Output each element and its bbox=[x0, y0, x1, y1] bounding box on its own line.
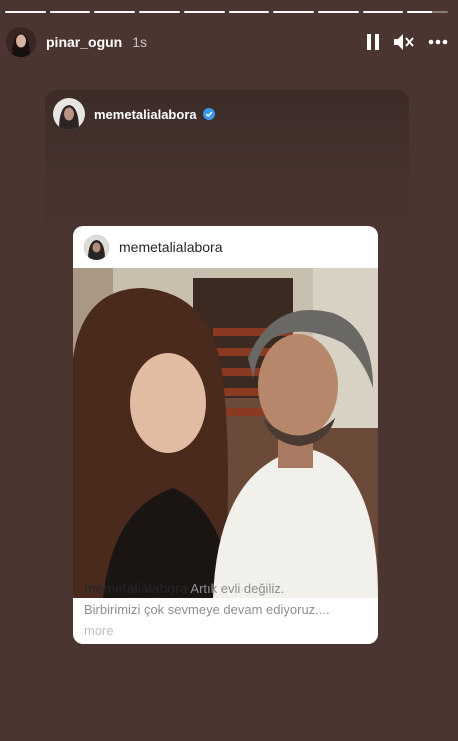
progress-segment bbox=[5, 11, 46, 13]
progress-segment bbox=[362, 11, 404, 13]
progress-segment-current bbox=[407, 11, 449, 13]
mute-icon[interactable] bbox=[394, 34, 414, 50]
post-avatar[interactable] bbox=[84, 234, 109, 260]
shared-post-card[interactable]: memetalialabora bbox=[45, 90, 409, 240]
progress-segment bbox=[183, 11, 225, 13]
shared-username[interactable]: memetalialabora bbox=[94, 107, 197, 122]
post-header: memetalialabora bbox=[73, 226, 378, 268]
more-link[interactable]: more bbox=[84, 620, 366, 641]
story-controls bbox=[366, 34, 448, 50]
post-photo bbox=[73, 268, 378, 598]
story-progress-bar bbox=[5, 11, 449, 13]
shared-post-header: memetalialabora bbox=[53, 98, 215, 130]
progress-segment bbox=[317, 11, 359, 13]
progress-segment bbox=[94, 11, 136, 13]
post-caption: memetalialabora Artık evli değiliz. Birb… bbox=[84, 578, 366, 641]
caption-line-2: Birbirimizi çok sevmeye devam ediyoruz..… bbox=[84, 602, 330, 617]
shared-avatar[interactable] bbox=[53, 98, 85, 130]
verified-badge-icon bbox=[202, 108, 215, 120]
story-timestamp: 1s bbox=[132, 34, 148, 50]
embedded-post[interactable]: memetalialabora memetalialabora Artık ev… bbox=[73, 226, 378, 644]
progress-segment bbox=[228, 11, 270, 13]
more-icon[interactable] bbox=[428, 39, 448, 45]
progress-segment bbox=[139, 11, 180, 13]
pause-icon[interactable] bbox=[366, 34, 380, 50]
progress-segment bbox=[49, 11, 91, 13]
caption-line-1: Artık evli değiliz. bbox=[190, 581, 285, 596]
avatar[interactable] bbox=[6, 27, 36, 57]
progress-segment bbox=[273, 11, 314, 13]
caption-username[interactable]: memetalialabora bbox=[84, 580, 188, 596]
story-username[interactable]: pinar_ogun bbox=[46, 34, 122, 50]
story-header: pinar_ogun 1s bbox=[6, 26, 448, 58]
post-username[interactable]: memetalialabora bbox=[119, 239, 223, 255]
